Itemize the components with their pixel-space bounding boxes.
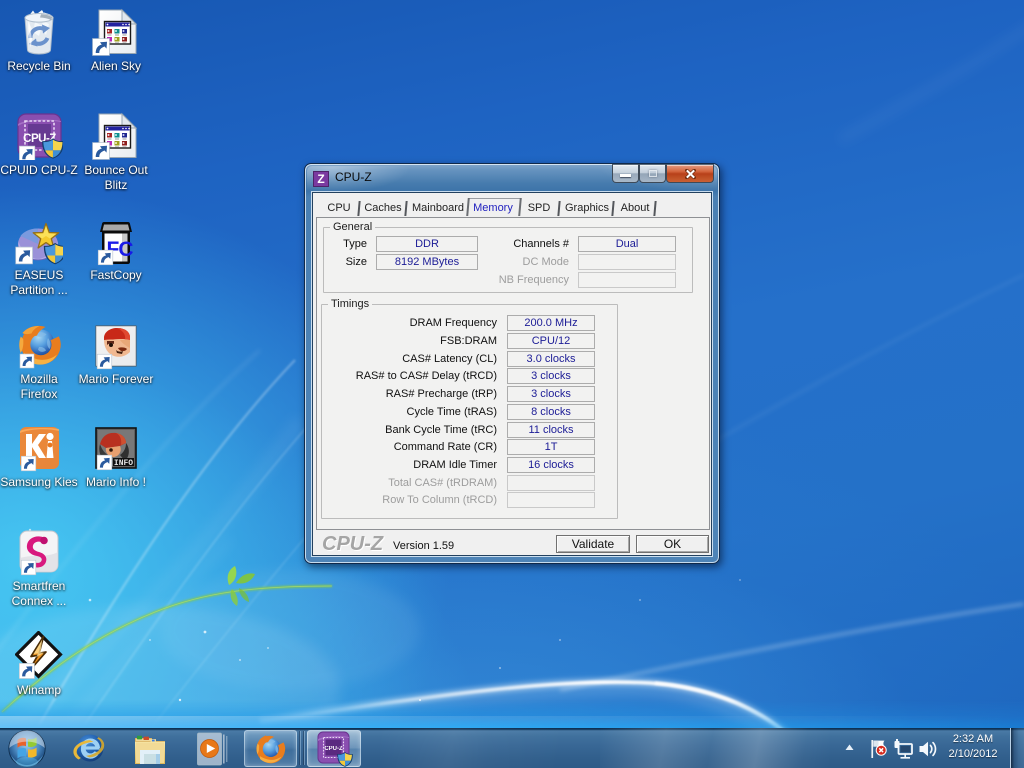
svg-text:INFO: INFO [114,459,133,468]
svg-text:CPU-Z: CPU-Z [324,746,343,752]
